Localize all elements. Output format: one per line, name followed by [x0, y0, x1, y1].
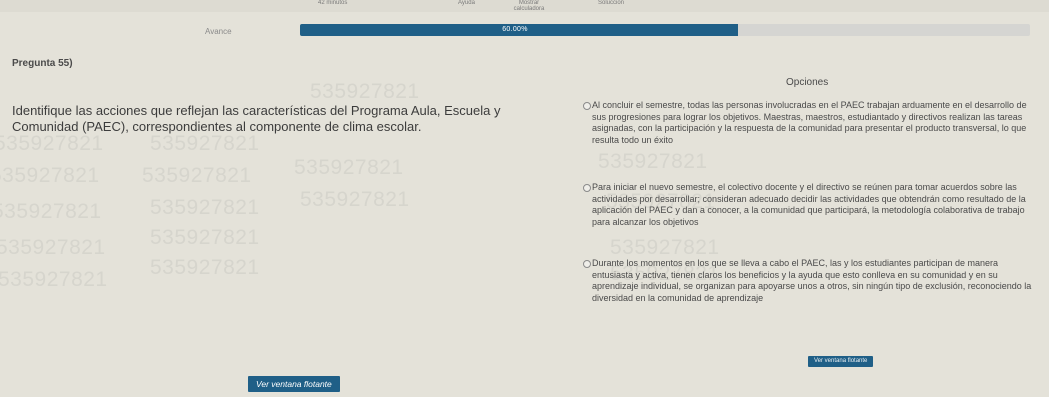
watermark-text: 535927821: [150, 132, 260, 155]
help-link[interactable]: Ayuda: [458, 0, 475, 6]
watermark-text: 535927821: [310, 80, 420, 103]
show-calculator-link[interactable]: Mostrar calculadora: [510, 0, 548, 12]
watermark-text: 535927821: [150, 256, 260, 279]
option-text: Para iniciar el nuevo semestre, el colec…: [592, 182, 1026, 227]
watermark-text: 535927821: [0, 268, 108, 291]
radio-button[interactable]: [583, 260, 591, 268]
progress-label: Avance: [205, 27, 232, 36]
watermark-text: 535927821: [0, 236, 106, 259]
watermark-text: 535927821: [150, 226, 260, 249]
watermark-text: 535927821: [294, 156, 404, 179]
timer-label: 42 minutos: [318, 0, 348, 6]
option-2[interactable]: Para iniciar el nuevo semestre, el colec…: [583, 182, 1033, 228]
radio-button[interactable]: [583, 184, 591, 192]
options-title: Opciones: [786, 77, 829, 88]
option-text: Al concluir el semestre, todas las perso…: [592, 100, 1027, 145]
progress-bar: 60.00%: [300, 24, 1030, 36]
option-text: Durante los momentos en los que se lleva…: [592, 258, 1032, 303]
top-toolbar: 42 minutos Ayuda Mostrar calculadora Sol…: [0, 0, 1049, 12]
watermark-text: 535927821: [0, 200, 102, 223]
question-number: Pregunta 55): [12, 58, 73, 69]
option-1[interactable]: Al concluir el semestre, todas las perso…: [583, 100, 1033, 146]
option-3[interactable]: Durante los momentos en los que se lleva…: [583, 258, 1033, 304]
floating-window-button-small[interactable]: Ver ventana flotante: [808, 356, 874, 367]
question-text: Identifique las acciones que reflejan la…: [12, 103, 501, 134]
watermark-text: 535927821: [0, 132, 104, 155]
progress-value: 60.00%: [502, 26, 528, 33]
watermark-text: 535927821: [300, 188, 410, 211]
watermark-text: 535927821: [610, 236, 720, 259]
floating-window-button[interactable]: Ver ventana flotante: [248, 376, 340, 392]
watermark-text: 535927821: [150, 196, 260, 219]
solution-link[interactable]: Soluccion: [598, 0, 624, 6]
watermark-text: 535927821: [598, 150, 708, 173]
watermark-text: 535927821: [0, 164, 100, 187]
watermark-text: 535927821: [142, 164, 252, 187]
radio-button[interactable]: [583, 102, 591, 110]
